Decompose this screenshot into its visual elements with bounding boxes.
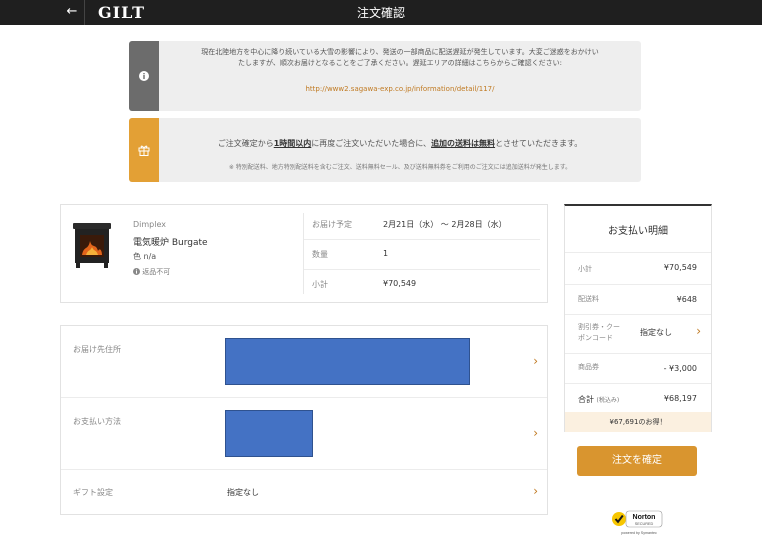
subtotal-label: 小計: [312, 280, 328, 289]
quantity-value: 1: [383, 249, 389, 258]
gift-icon: [138, 145, 150, 156]
product-image: [73, 223, 111, 268]
chevron-right-icon[interactable]: ›: [533, 354, 538, 368]
shipping-address-row[interactable]: お届け先住所 ›: [61, 326, 547, 398]
svg-text:powered by Symantec: powered by Symantec: [621, 531, 657, 535]
norton-secured-badge[interactable]: Norton SECURED powered by Symantec: [611, 506, 663, 538]
payment-summary: お支払い明細 小計 ¥70,549 配送料 ¥648 割引券・クー ポンコード …: [564, 204, 712, 432]
quantity-label: 数量: [312, 250, 328, 259]
product-card: Dimplex 電気暖炉 Burgate 色 n/a 返品不可 お届け予定 2月…: [60, 204, 548, 303]
delivery-label: お届け予定: [312, 220, 352, 229]
svg-text:SECURED: SECURED: [635, 522, 654, 526]
quantity-row: 数量 1: [304, 241, 540, 270]
notice-line-2: たしますが、順次お届けとなることをご了承ください。遅延エリアの詳細はこちらからご…: [237, 59, 562, 67]
notice-line-1: 現在北陸地方を中心に降り続いている大雪の影響により、発送の一部商品に配送遅延が発…: [201, 48, 599, 56]
free-shipping-message: ご注文確定から1時間以内に再度ご注文いただいた場合に、追加の送料は無料とさせてい…: [217, 139, 583, 148]
voucher-row: 商品券 - ¥3,000: [565, 353, 711, 383]
no-return-notice: 返品不可: [133, 267, 170, 277]
product-name[interactable]: 電気暖炉 Burgate: [133, 235, 208, 248]
coupon-row[interactable]: 割引券・クー ポンコード 指定なし ›: [565, 314, 711, 353]
svg-text:Norton: Norton: [633, 514, 656, 521]
product-brand[interactable]: Dimplex: [133, 220, 166, 229]
payment-method-label: お支払い方法: [73, 417, 121, 426]
savings-banner: ¥67,691のお得！: [565, 412, 711, 432]
redacted-payment: [225, 410, 313, 457]
confirm-order-button[interactable]: 注文を確定: [577, 446, 697, 476]
shipping-note: ※ 特別配送料、地方特別配送料を含むご注文、送料無料セール、及び送料無料券をご利…: [228, 164, 572, 171]
subtotal-value: ¥70,549: [383, 279, 417, 288]
delivery-value: 2月21日（水） ～ 2月28日（水）: [383, 220, 507, 229]
total-row: 合計 (税込み) ¥68,197: [565, 383, 711, 412]
sagawa-info-link[interactable]: http://www2.sagawa-exp.co.jp/information…: [306, 85, 495, 93]
top-bar: ← GILT 注文確認: [0, 0, 762, 25]
summary-shipping-row: 配送料 ¥648: [565, 284, 711, 314]
gift-setting-value: 指定なし: [227, 488, 259, 497]
chevron-right-icon[interactable]: ›: [533, 484, 538, 498]
chevron-right-icon[interactable]: ›: [533, 426, 538, 440]
subtotal-row: 小計 ¥70,549: [304, 271, 540, 300]
product-color: 色 n/a: [133, 252, 157, 261]
info-icon: [139, 71, 149, 81]
shipping-address-label: お届け先住所: [73, 345, 121, 354]
page-title: 注文確認: [356, 6, 405, 20]
order-info-card: お届け先住所 › お支払い方法 › ギフト設定 指定なし ›: [60, 325, 548, 515]
shipping-fee-notice: ご注文確定から1時間以内に再度ご注文いただいた場合に、追加の送料は無料とさせてい…: [129, 118, 641, 182]
chevron-right-icon[interactable]: ›: [696, 324, 701, 338]
delivery-row: お届け予定 2月21日（水） ～ 2月28日（水）: [304, 211, 540, 240]
delivery-delay-notice: 現在北陸地方を中心に降り続いている大雪の影響により、発送の一部商品に配送遅延が発…: [129, 41, 641, 111]
summary-subtotal-row: 小計 ¥70,549: [565, 252, 711, 284]
info-icon: [133, 268, 140, 275]
redacted-address: [225, 338, 470, 385]
payment-method-row[interactable]: お支払い方法 ›: [61, 398, 547, 470]
gift-setting-label: ギフト設定: [73, 488, 113, 497]
gift-setting-row[interactable]: ギフト設定 指定なし ›: [61, 470, 547, 515]
summary-title: お支払い明細: [608, 226, 668, 237]
total-value: ¥68,197: [663, 394, 697, 403]
